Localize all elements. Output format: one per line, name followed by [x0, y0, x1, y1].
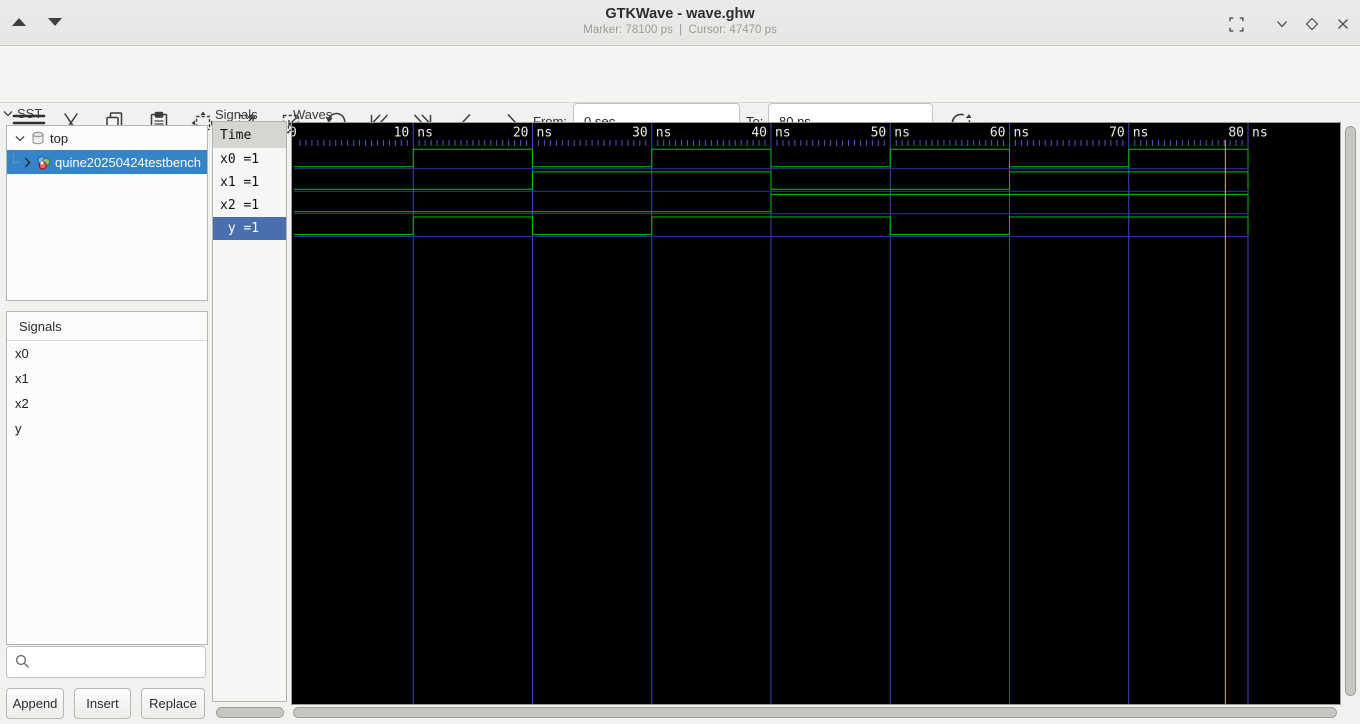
- chevron-down-icon: [1277, 21, 1287, 28]
- time-column-header[interactable]: Time: [213, 122, 286, 148]
- svg-text:50: 50: [871, 126, 887, 141]
- signal-row-y[interactable]: y =1: [213, 217, 286, 240]
- tree-item-top[interactable]: top: [7, 126, 207, 150]
- svg-text:ns: ns: [656, 126, 672, 141]
- expander-right-icon[interactable]: [24, 157, 31, 168]
- title-block: GTKWave - wave.ghw Marker: 78100 ps | Cu…: [0, 6, 1360, 36]
- signal-row-x2[interactable]: x2 =1: [213, 194, 286, 217]
- trace-x1: [294, 171, 1249, 190]
- restore-window-button[interactable]: [1227, 15, 1245, 33]
- facility-item-x2[interactable]: x2: [7, 391, 207, 416]
- signal-row-x0[interactable]: x0 =1: [213, 148, 286, 171]
- marker-status: Marker: 78100 ps: [583, 24, 673, 36]
- tree-item-label: quine20250424testbench: [55, 154, 202, 170]
- facilities-panel: Signals x0 x1 x2 y: [6, 311, 208, 645]
- signals-frame-label: Signals: [215, 107, 258, 122]
- replace-button[interactable]: Replace: [141, 688, 205, 719]
- svg-text:80: 80: [1228, 126, 1244, 141]
- facilities-list: x0 x1 x2 y: [7, 341, 207, 441]
- maximize-button[interactable]: [1303, 15, 1321, 33]
- svg-text:ns: ns: [1133, 126, 1149, 141]
- titlebar: GTKWave - wave.ghw Marker: 78100 ps | Cu…: [0, 0, 1360, 46]
- svg-text:60: 60: [990, 126, 1006, 141]
- facility-item-x1[interactable]: x1: [7, 366, 207, 391]
- sst-header: SST: [17, 106, 43, 121]
- signal-name-rows: x0 =1 x1 =1 x2 =1 y =1: [213, 148, 286, 240]
- svg-text:10: 10: [394, 126, 410, 141]
- svg-text:30: 30: [632, 126, 648, 141]
- append-button[interactable]: Append: [6, 688, 64, 719]
- svg-text:40: 40: [751, 126, 767, 141]
- waves-vscrollbar[interactable]: [1345, 126, 1356, 696]
- minimize-button[interactable]: [1273, 15, 1291, 33]
- svg-text:ns: ns: [894, 126, 910, 141]
- expander-down-icon[interactable]: [15, 135, 25, 142]
- svg-text:0: 0: [292, 126, 297, 141]
- waveform-plot: 0 10 ns 20 ns 30 ns 40 ns 50 ns 60 ns 70 ns 80 ns: [289, 123, 1268, 704]
- svg-text:ns: ns: [537, 126, 553, 141]
- window-title: GTKWave - wave.ghw: [605, 6, 755, 22]
- restore-icon: [1228, 16, 1244, 32]
- toolbar: From: To:: [0, 46, 1360, 140]
- svg-text:ns: ns: [417, 126, 433, 141]
- insert-button[interactable]: Insert: [74, 688, 131, 719]
- signal-row-x1[interactable]: x1 =1: [213, 171, 286, 194]
- waves-frame-label: Waves: [293, 107, 333, 122]
- tree-item-testbench[interactable]: quine20250424testbench: [7, 150, 207, 174]
- signal-search: [6, 646, 206, 678]
- trace-x0: [294, 148, 1249, 168]
- search-icon: [15, 654, 29, 668]
- close-icon: [1338, 19, 1348, 29]
- svg-text:ns: ns: [1252, 126, 1268, 141]
- cursor-status: Cursor: 47470 ps: [688, 24, 777, 36]
- facility-item-x0[interactable]: x0: [7, 341, 207, 366]
- diamond-icon: [1305, 17, 1319, 31]
- tree-item-label: top: [50, 130, 69, 146]
- trace-x2: [294, 193, 1249, 213]
- facility-item-y[interactable]: y: [7, 416, 207, 441]
- tree-guide-line: [13, 153, 20, 163]
- wave-canvas[interactable]: 0 10 ns 20 ns 30 ns 40 ns 50 ns 60 ns 70 ns 80 ns: [289, 122, 1341, 705]
- facilities-header: Signals: [7, 312, 207, 341]
- signal-names-panel: Time x0 =1 x1 =1 x2 =1 y =1: [212, 121, 287, 702]
- status-separator: |: [679, 24, 683, 36]
- sst-tree-panel[interactable]: top quine20250424testbench: [6, 125, 208, 301]
- svg-text:ns: ns: [1014, 126, 1030, 141]
- sst-frame-label: SST: [3, 106, 42, 121]
- search-input[interactable]: [6, 646, 206, 678]
- waves-hscrollbar[interactable]: [293, 707, 1337, 718]
- grid-lines: [412, 123, 1249, 704]
- timeline-labels: 0 10 ns 20 ns 30 ns 40 ns 50 ns 60 ns 70 ns 80 ns: [289, 126, 1268, 141]
- scope-cylinder-icon: [32, 131, 44, 145]
- svg-text:20: 20: [513, 126, 529, 141]
- collapse-chevron-icon: [3, 111, 13, 117]
- close-button[interactable]: [1334, 15, 1352, 33]
- window-subtitle: Marker: 78100 ps | Cursor: 47470 ps: [0, 24, 1360, 36]
- svg-text:ns: ns: [775, 126, 791, 141]
- svg-text:70: 70: [1109, 126, 1125, 141]
- signal-panel-hscrollbar[interactable]: [216, 707, 284, 718]
- module-icon: [37, 155, 51, 169]
